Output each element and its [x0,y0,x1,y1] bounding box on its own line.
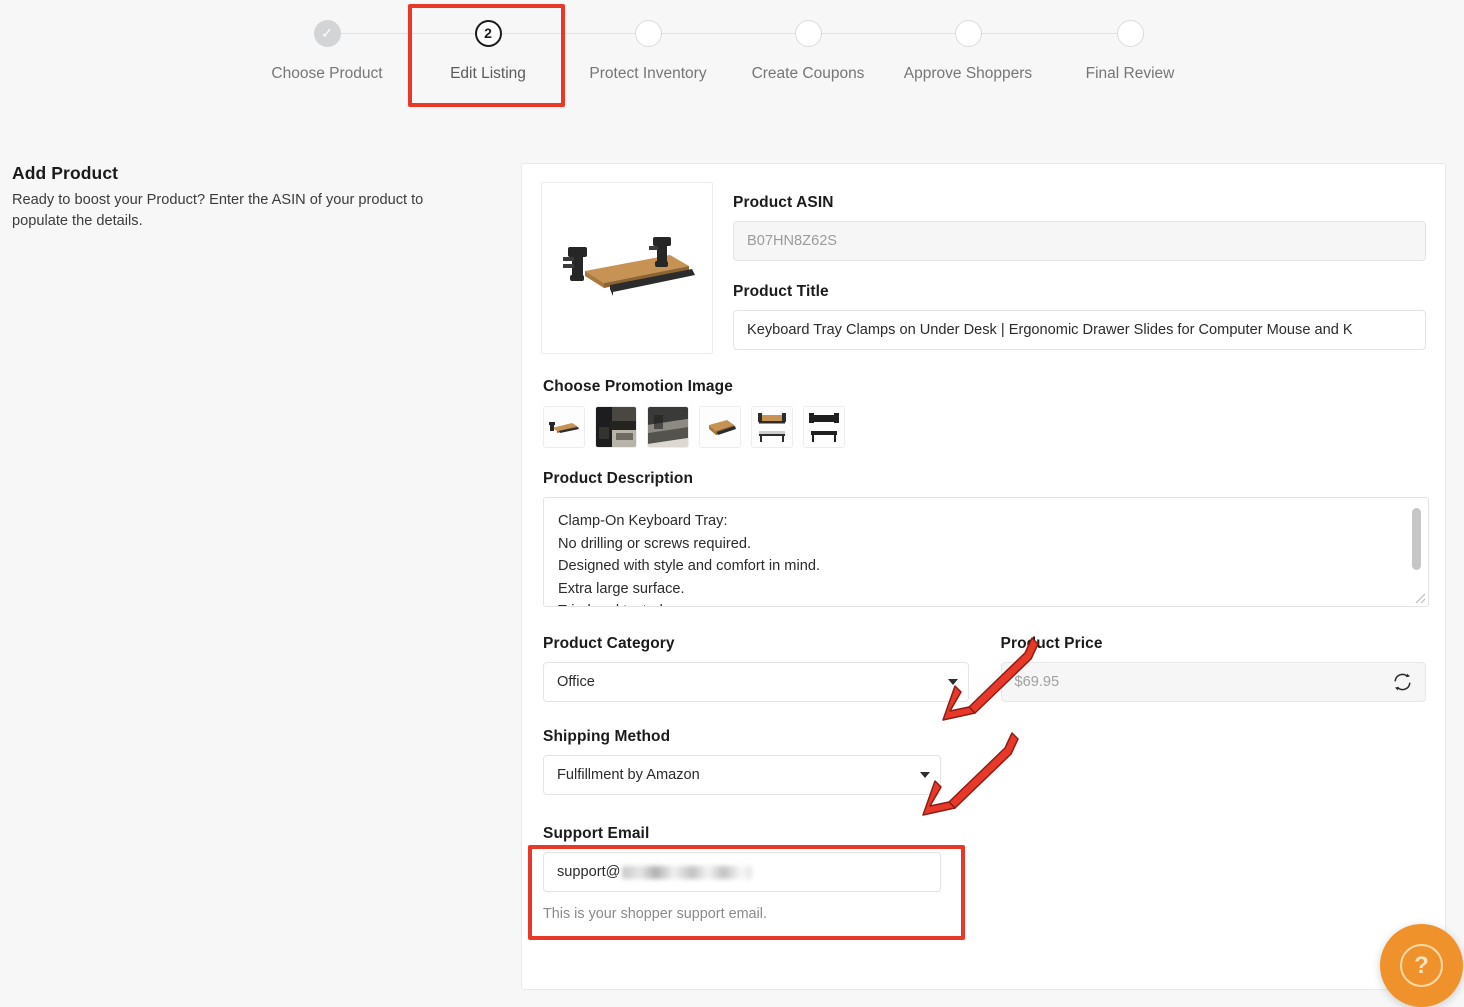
support-email-value: support@ [557,864,621,880]
description-line: Extra large surface. [558,580,685,597]
keyboard-tray-front-black-icon [804,407,844,447]
question-mark-icon: ? [1400,944,1443,987]
category-price-row: Product Category Office Product Price $6… [541,635,1426,702]
promotion-thumb-1[interactable] [543,406,585,448]
keyboard-tray-closeup-gray-icon [648,407,688,447]
redacted-email-domain [621,865,752,879]
help-button[interactable]: ? [1380,924,1463,1007]
product-category-group: Product Category Office [543,635,969,702]
scrollbar-thumb[interactable] [1412,508,1421,570]
chevron-down-icon [920,772,930,778]
product-price-value: $69.95 [1014,674,1060,690]
edit-listing-card: Product ASIN B07HN8Z62S Product Title Ke… [521,163,1463,1007]
promotion-image-label: Choose Promotion Image [543,378,733,395]
description-line: Tried and tested. [558,600,1414,606]
product-price-label: Product Price [1000,635,1103,652]
step-number-label: 2 [484,25,492,41]
progress-stepper: ✓ Choose Product 2 Edit Listing Protect … [0,0,1464,118]
product-description-textarea[interactable]: Clamp-On Keyboard Tray: No drilling or s… [543,497,1429,607]
promotion-image-strip [543,406,1426,448]
step-marker-edit-listing: 2 [474,20,502,47]
shipping-method-dropdown[interactable]: Fulfillment by Amazon [543,755,941,795]
product-description-label: Product Description [543,470,694,487]
step-label-final-review: Final Review [1085,65,1175,82]
check-icon: ✓ [321,25,333,41]
promotion-image-group: Choose Promotion Image [541,378,1426,448]
keyboard-tray-wood-top-icon [700,407,740,447]
promotion-thumb-2[interactable] [595,406,637,448]
support-email-helper-text: This is your shopper support email. [543,906,767,922]
product-category-label: Product Category [543,635,675,652]
description-line: No drilling or screws required. [558,535,752,552]
step-marker-choose-product: ✓ [313,20,341,47]
product-category-value: Office [557,674,595,690]
resize-handle-icon[interactable] [1413,591,1426,604]
step-marker-final-review [1116,20,1144,47]
product-title-input[interactable]: Keyboard Tray Clamps on Under Desk | Erg… [733,310,1426,350]
promotion-thumb-6[interactable] [803,406,845,448]
product-category-dropdown[interactable]: Office [543,662,969,702]
promotion-thumb-5[interactable] [751,406,793,448]
support-email-field[interactable]: support@ [543,852,941,892]
product-price-group: Product Price $69.95 [1000,635,1426,702]
support-email-label: Support Email [543,825,650,842]
step-marker-protect-inventory [634,20,662,47]
step-marker-create-coupons [794,20,822,47]
product-image [541,182,713,354]
shipping-method-label: Shipping Method [543,728,671,745]
promotion-thumb-3[interactable] [647,406,689,448]
keyboard-tray-front-wood-icon [752,407,792,447]
description-line: Clamp-On Keyboard Tray: [558,513,728,529]
product-title-label: Product Title [733,283,829,300]
shipping-method-group: Shipping Method Fulfillment by Amazon [541,728,941,795]
keyboard-tray-installed-dark-icon [596,407,636,447]
promotion-thumb-4[interactable] [699,406,741,448]
product-asin-input[interactable]: B07HN8Z62S [733,221,1426,261]
refresh-icon[interactable] [1392,672,1413,693]
product-asin-label: Product ASIN [733,194,834,211]
description-scrollbar[interactable] [1412,502,1425,588]
shipping-method-value: Fulfillment by Amazon [557,767,700,783]
product-title-group: Product Title Keyboard Tray Clamps on Un… [733,283,1426,350]
step-final-review[interactable]: Final Review [1035,0,1225,83]
support-email-group: Support Email support@ [541,825,941,892]
page-title: Add Product [12,163,119,183]
keyboard-tray-angled-icon [544,407,584,447]
add-product-intro: Add Product Ready to boost your Product?… [12,163,482,232]
keyboard-tray-illustration [552,193,702,343]
product-price-input[interactable]: $69.95 [1000,662,1426,702]
product-asin-group: Product ASIN B07HN8Z62S [733,194,1426,261]
page-subtitle: Ready to boost your Product? Enter the A… [12,192,424,229]
step-marker-approve-shoppers [954,20,982,47]
product-description-group: Product Description Clamp-On Keyboard Tr… [541,470,1429,607]
description-line: Designed with style and comfort in mind. [558,558,820,574]
chevron-down-icon [947,679,958,685]
